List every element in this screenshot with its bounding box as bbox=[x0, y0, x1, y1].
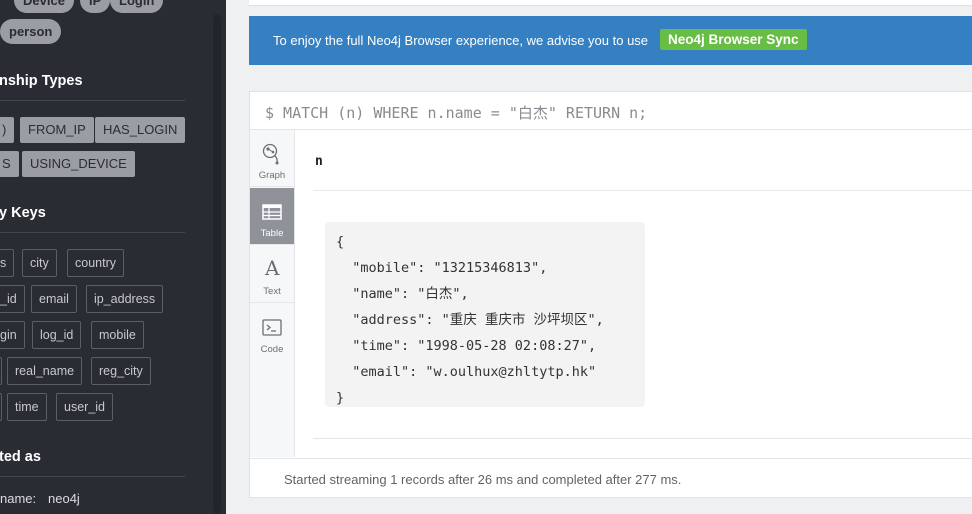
text-icon: A bbox=[264, 257, 280, 279]
view-label-table: Table bbox=[260, 228, 284, 239]
database-sidebar: Device IP Login person nship Types ) FRO… bbox=[0, 0, 226, 514]
property-key-chip[interactable]: gin bbox=[0, 321, 25, 349]
json-line: "email": "w.oulhux@zhltytp.hk" bbox=[336, 364, 597, 380]
property-key-chip[interactable]: s bbox=[0, 249, 15, 277]
relationship-types-title: nship Types bbox=[0, 73, 83, 89]
node-properties-json: { "mobile": "13215346813", "name": "白杰",… bbox=[336, 229, 604, 411]
relationship-type-chip[interactable]: ) bbox=[0, 117, 15, 143]
previous-frame-edge bbox=[249, 0, 972, 6]
banner-text: To enjoy the full Neo4j Browser experien… bbox=[273, 33, 649, 48]
property-key-chip[interactable]: _id bbox=[0, 285, 25, 313]
section-divider bbox=[0, 100, 185, 101]
table-view-button[interactable]: Table bbox=[250, 188, 294, 245]
property-key-email[interactable]: email bbox=[31, 285, 77, 313]
table-icon bbox=[262, 204, 282, 220]
view-label-code: Code bbox=[260, 344, 284, 355]
property-key-city[interactable]: city bbox=[22, 249, 57, 277]
property-key-chip[interactable] bbox=[0, 357, 2, 385]
node-label-device[interactable]: Device bbox=[14, 0, 74, 13]
code-view-button[interactable]: Code bbox=[250, 304, 294, 361]
property-key-reg-city[interactable]: reg_city bbox=[91, 357, 151, 385]
property-key-ip-address[interactable]: ip_address bbox=[86, 285, 164, 313]
property-key-user-id[interactable]: user_id bbox=[56, 393, 113, 421]
relationship-type-using-device[interactable]: USING_DEVICE bbox=[22, 151, 135, 177]
json-line: "time": "1998-05-28 02:08:27", bbox=[336, 338, 597, 354]
node-label-login[interactable]: Login bbox=[110, 0, 164, 13]
view-label-graph: Graph bbox=[258, 170, 286, 181]
property-key-mobile[interactable]: mobile bbox=[91, 321, 144, 349]
node-label-person[interactable]: person bbox=[0, 19, 62, 44]
json-line: { bbox=[336, 234, 345, 250]
username-label: name: bbox=[0, 491, 37, 506]
graph-view-button[interactable]: Graph bbox=[250, 130, 294, 187]
property-key-log-id[interactable]: log_id bbox=[32, 321, 82, 349]
property-key-time[interactable]: time bbox=[7, 393, 47, 421]
row-divider bbox=[313, 438, 972, 439]
json-line: "mobile": "13215346813", bbox=[336, 260, 548, 276]
json-line: } bbox=[336, 390, 345, 406]
graph-icon bbox=[262, 143, 279, 165]
section-divider bbox=[0, 476, 185, 477]
table-cell-node: { "mobile": "13215346813", "name": "白杰",… bbox=[325, 222, 645, 407]
result-frame: $ MATCH (n) WHERE n.name = "白杰" RETURN n… bbox=[249, 91, 972, 498]
table-column-header: n bbox=[315, 154, 323, 169]
browser-sync-banner: To enjoy the full Neo4j Browser experien… bbox=[249, 16, 972, 65]
property-key-chip[interactable] bbox=[0, 393, 2, 421]
footer-divider bbox=[250, 458, 972, 459]
text-view-button[interactable]: A Text bbox=[250, 246, 294, 303]
view-label-text: Text bbox=[263, 286, 281, 297]
header-divider bbox=[313, 190, 972, 191]
view-switcher: Graph Table A Text Code bbox=[250, 130, 295, 457]
sidebar-scrollbar[interactable] bbox=[213, 14, 221, 514]
username-value: neo4j bbox=[48, 491, 80, 506]
property-key-country[interactable]: country bbox=[67, 249, 124, 277]
property-keys-title: y Keys bbox=[0, 205, 46, 221]
svg-text:A: A bbox=[264, 257, 280, 279]
frame-header: $ MATCH (n) WHERE n.name = "白杰" RETURN n… bbox=[250, 92, 972, 130]
relationship-type-from-ip[interactable]: FROM_IP bbox=[20, 117, 94, 143]
status-bar-text: Started streaming 1 records after 26 ms … bbox=[284, 472, 682, 487]
relationship-type-has-login[interactable]: HAS_LOGIN bbox=[95, 117, 186, 143]
relationship-type-chip[interactable]: S bbox=[0, 151, 19, 177]
section-divider bbox=[0, 232, 185, 233]
code-icon bbox=[262, 319, 282, 336]
property-key-real-name[interactable]: real_name bbox=[7, 357, 83, 385]
json-line: "address": "重庆 重庆市 沙坪坝区", bbox=[336, 312, 604, 328]
browser-sync-button[interactable]: Neo4j Browser Sync bbox=[660, 29, 807, 50]
node-label-ip[interactable]: IP bbox=[80, 0, 111, 13]
json-line: "name": "白杰", bbox=[336, 286, 469, 302]
connected-as-title: ted as bbox=[0, 449, 41, 465]
query-text[interactable]: $ MATCH (n) WHERE n.name = "白杰" RETURN n… bbox=[265, 102, 647, 123]
